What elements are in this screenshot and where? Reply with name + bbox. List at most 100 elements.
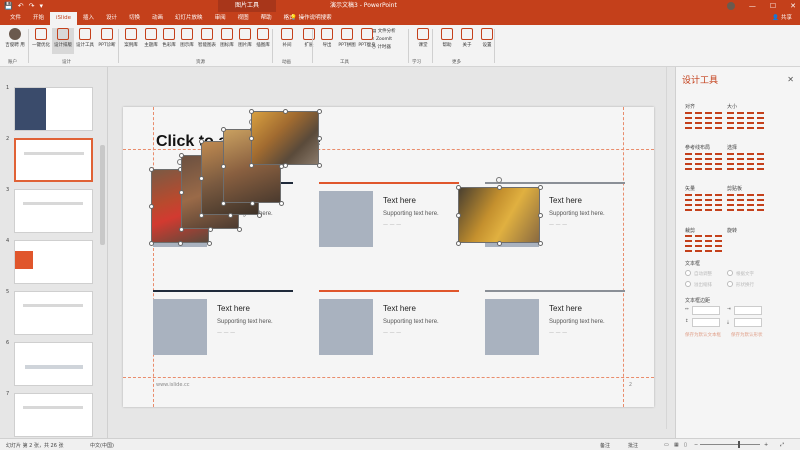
resize-handle[interactable] — [537, 184, 543, 190]
resize-handle[interactable] — [220, 163, 226, 169]
design-tool-icon[interactable] — [757, 204, 764, 211]
design-tool-icon[interactable] — [727, 194, 734, 201]
design-tool-icon[interactable] — [715, 245, 722, 252]
resize-handle[interactable] — [236, 226, 242, 232]
resize-handle[interactable] — [177, 240, 183, 246]
tab-4[interactable]: 设计 — [100, 12, 123, 25]
slide-thumbnail[interactable] — [14, 240, 93, 284]
current-slide[interactable]: Click to add title style www.islide.cc 2… — [123, 107, 654, 407]
design-tool-icon[interactable] — [685, 163, 692, 170]
textbox-option-radio[interactable] — [727, 270, 733, 276]
resize-handle[interactable] — [178, 226, 184, 232]
design-tool-icon[interactable] — [747, 112, 754, 119]
image-placeholder[interactable] — [319, 191, 373, 247]
customize-qat-icon[interactable]: ▾ — [39, 1, 43, 11]
thumbnail-scrollbar[interactable] — [100, 145, 105, 245]
slide-thumbnail[interactable] — [14, 87, 93, 131]
selected-photo[interactable] — [251, 111, 319, 165]
design-tool-icon[interactable] — [747, 122, 754, 129]
canvas-vertical-scrollbar[interactable] — [666, 67, 675, 429]
design-tools-button[interactable]: 设计工具 — [74, 28, 96, 48]
resize-handle[interactable] — [148, 203, 154, 209]
textbox-option-radio[interactable] — [727, 281, 733, 287]
design-tool-icon[interactable] — [705, 163, 712, 170]
resize-handle[interactable] — [316, 135, 322, 141]
resize-handle[interactable] — [148, 240, 154, 246]
slide-sorter-icon[interactable]: ▦ — [674, 442, 679, 448]
resize-handle[interactable] — [282, 162, 288, 168]
design-tool-icon[interactable] — [685, 235, 692, 242]
design-tool-icon[interactable] — [685, 122, 692, 129]
card-title[interactable]: Text here — [383, 196, 416, 205]
design-tool-icon[interactable] — [715, 204, 722, 211]
tab-1[interactable]: 开始 — [27, 12, 50, 25]
save-default-textbox-link[interactable]: 保存为默认文本框 — [685, 332, 721, 338]
content-card[interactable]: Text here Supporting text here. — — — — [319, 182, 459, 247]
design-tool-icon[interactable] — [757, 194, 764, 201]
design-tool-icon[interactable] — [705, 245, 712, 252]
selected-photo[interactable] — [458, 187, 540, 243]
design-tool-icon[interactable] — [695, 235, 702, 242]
account-button[interactable]: 吉俊聘 用 — [4, 28, 26, 48]
card-title[interactable]: Text here — [549, 304, 582, 313]
design-tool-icon[interactable] — [757, 163, 764, 170]
guide-line[interactable] — [623, 107, 624, 407]
slide-thumbnail[interactable] — [14, 189, 93, 233]
design-tool-icon[interactable] — [737, 112, 744, 119]
design-tool-icon[interactable] — [705, 235, 712, 242]
close-icon[interactable]: ✕ — [790, 0, 796, 12]
design-tool-icon[interactable] — [695, 245, 702, 252]
resize-handle[interactable] — [248, 162, 254, 168]
design-tool-icon[interactable] — [695, 122, 702, 129]
design-layout-button[interactable]: 设计排版 — [52, 28, 74, 54]
fit-to-window-icon[interactable]: ⤢ — [780, 442, 784, 448]
ppt-diagnose-button[interactable]: PPT诊断 — [96, 28, 118, 48]
image-placeholder[interactable] — [153, 299, 207, 355]
resize-handle[interactable] — [455, 184, 461, 190]
design-tool-icon[interactable] — [727, 112, 734, 119]
help-button[interactable]: 帮助 — [436, 28, 458, 48]
tab-0[interactable]: 文件 — [4, 12, 27, 25]
redo-icon[interactable]: ↷ — [29, 1, 35, 11]
resize-handle[interactable] — [496, 240, 502, 246]
design-tool-icon[interactable] — [747, 194, 754, 201]
card-title[interactable]: Text here — [217, 304, 250, 313]
classroom-button[interactable]: 课堂 — [412, 28, 434, 48]
margin-spinner-input[interactable] — [734, 318, 762, 327]
card-subtitle[interactable]: Supporting text here. — [383, 211, 439, 217]
resize-handle[interactable] — [278, 200, 284, 206]
design-tool-icon[interactable] — [757, 122, 764, 129]
tell-me-search[interactable]: 💡 操作说明搜索 — [290, 12, 332, 25]
resize-handle[interactable] — [148, 166, 154, 172]
tab-2[interactable]: iSlide — [50, 12, 77, 25]
margin-spinner-input[interactable] — [734, 306, 762, 315]
close-pane-icon[interactable]: ✕ — [787, 75, 794, 84]
export-button[interactable]: 导出 — [316, 28, 338, 48]
resize-handle[interactable] — [537, 212, 543, 218]
slide-thumbnail[interactable] — [14, 342, 93, 386]
resize-handle[interactable] — [198, 212, 204, 218]
design-tool-icon[interactable] — [737, 204, 744, 211]
guide-line[interactable] — [123, 377, 654, 378]
slide-thumbnail[interactable] — [14, 393, 93, 437]
resize-handle[interactable] — [206, 240, 212, 246]
design-tool-icon[interactable] — [705, 122, 712, 129]
guide-line[interactable] — [153, 107, 154, 407]
language-indicator[interactable]: 中文(中国) — [90, 442, 114, 449]
resize-handle[interactable] — [248, 135, 254, 141]
zoom-slider[interactable] — [700, 444, 760, 445]
image-placeholder[interactable] — [319, 299, 373, 355]
resize-handle[interactable] — [249, 200, 255, 206]
one-click-optimize-button[interactable]: 一键优化 — [30, 28, 52, 48]
image-placeholder[interactable] — [485, 299, 539, 355]
design-tool-icon[interactable] — [695, 112, 702, 119]
design-tool-icon[interactable] — [727, 153, 734, 160]
tab-7[interactable]: 幻灯片放映 — [169, 12, 209, 25]
design-tool-icon[interactable] — [747, 204, 754, 211]
rotate-handle[interactable] — [496, 177, 502, 183]
tab-6[interactable]: 动画 — [146, 12, 169, 25]
resize-handle[interactable] — [537, 240, 543, 246]
design-tool-icon[interactable] — [737, 153, 744, 160]
resize-handle[interactable] — [256, 212, 262, 218]
normal-view-icon[interactable]: ▭ — [664, 442, 669, 448]
